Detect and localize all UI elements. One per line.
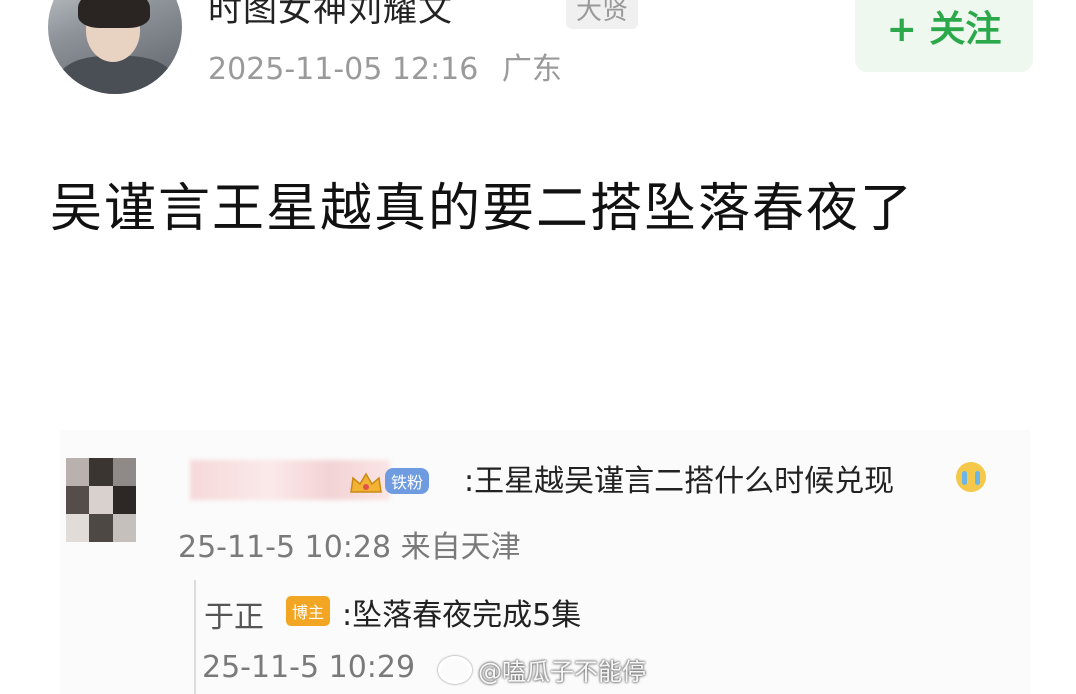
reply-meta: 25-11-5 10:29 — [202, 650, 416, 685]
follow-button-label: + 关注 — [886, 9, 1002, 50]
comment-meta: 25-11-5 10:28 来自天津 — [178, 530, 521, 565]
author-avatar[interactable] — [48, 0, 182, 94]
follow-button[interactable]: + 关注 — [855, 0, 1033, 72]
post-location: 广东 — [501, 52, 562, 87]
watermark: @嗑瓜子不能停 — [438, 652, 646, 687]
reply-author-name: 于正 — [204, 600, 264, 635]
comment-text: :王星越吴谨言二搭什么时候兑现 — [464, 464, 895, 499]
blogger-badge: 博主 — [286, 596, 331, 626]
watermark-text: @嗑瓜子不能停 — [478, 658, 646, 686]
avatar-hair — [78, 0, 150, 28]
post-meta: 2025-11-05 12:16 广东 — [208, 44, 562, 88]
reply-divider — [194, 580, 196, 694]
fan-badge: 铁粉 — [385, 468, 430, 494]
crying-face-icon — [956, 462, 986, 492]
author-badge: 大贤 — [566, 0, 639, 29]
commenter-avatar — [66, 458, 136, 542]
weibo-logo-icon — [438, 655, 472, 684]
post-timestamp: 2025-11-05 12:16 — [208, 52, 479, 87]
reply-text: :坠落春夜完成5集 — [342, 598, 582, 633]
post-text: 吴谨言王星越真的要二搭坠落春夜了 — [50, 179, 915, 239]
author-name[interactable]: 时图女神刘耀文 — [208, 0, 453, 31]
crown-icon — [350, 472, 382, 493]
